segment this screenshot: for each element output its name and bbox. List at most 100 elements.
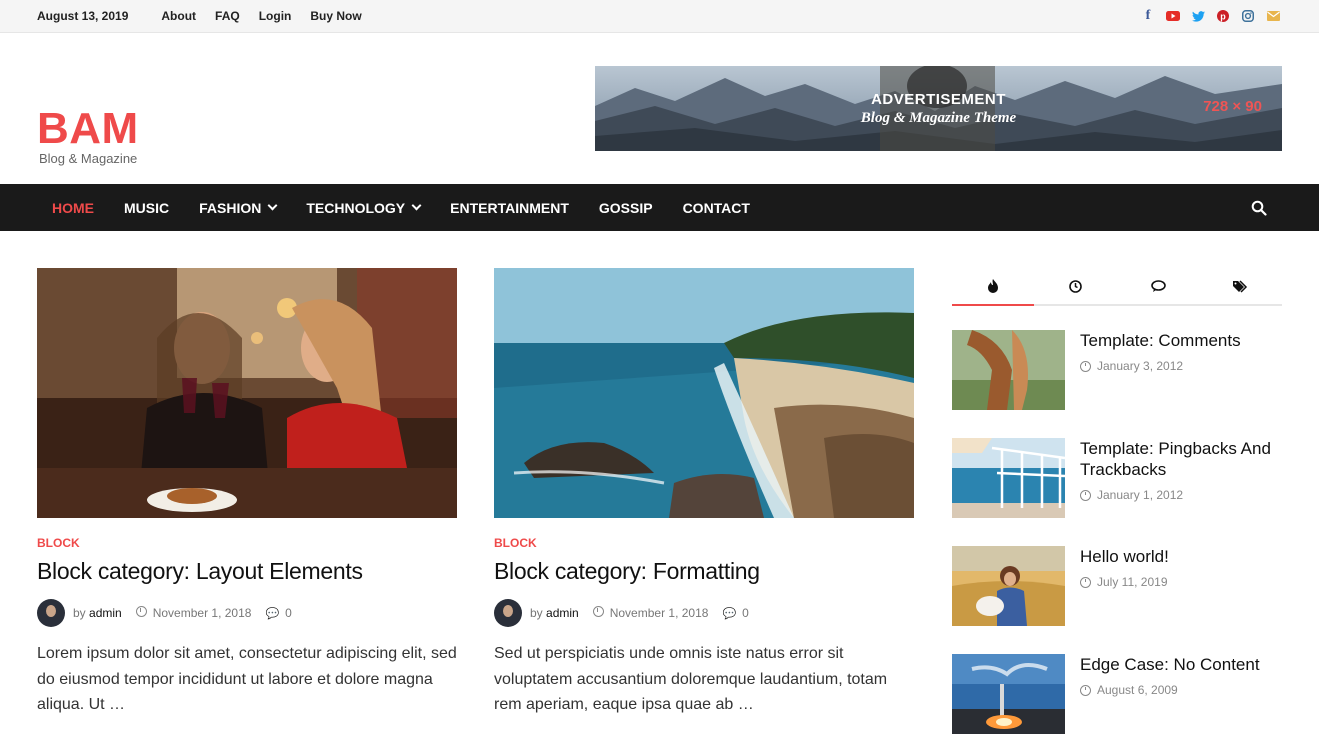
post-meta: by admin November 1, 2018 💬 0 [37,599,457,627]
top-link-buy-now[interactable]: Buy Now [310,9,361,23]
top-link-about[interactable]: About [161,9,196,23]
sidebar-post-date-text[interactable]: January 3, 2012 [1097,359,1183,373]
email-icon[interactable] [1266,9,1280,23]
instagram-icon[interactable] [1241,9,1255,23]
post-title[interactable]: Block category: Formatting [494,558,914,585]
clock-icon [1080,360,1091,372]
comment-count[interactable]: 0 [285,606,292,620]
top-link-faq[interactable]: FAQ [215,9,240,23]
sidebar-post[interactable]: Template: Comments January 3, 2012 [952,330,1282,410]
post-date[interactable]: November 1, 2018 [610,606,709,620]
youtube-icon[interactable] [1166,9,1180,23]
nav-item-home[interactable]: HOME [52,200,94,216]
avatar [37,599,65,627]
post-card: BLOCK Block category: Layout Elements by… [37,268,457,718]
nav-item-music[interactable]: MUSIC [124,200,169,216]
post-card: BLOCK Block category: Formatting by admi… [494,268,914,718]
ad-subline: Blog & Magazine Theme [860,110,1017,126]
sidebar-post-thumbnail[interactable] [952,654,1065,734]
comment-count[interactable]: 0 [742,606,749,620]
top-bar: August 13, 2019 About FAQ Login Buy Now … [0,0,1319,33]
post-excerpt: Sed ut perspiciatis unde omnis iste natu… [494,645,888,713]
nav-label: HOME [52,199,94,216]
mountain-illustration [595,66,1282,151]
post-author: by admin [530,606,579,620]
sidebar-tabs [952,268,1282,306]
tab-popular[interactable] [952,268,1035,304]
nav-label: MUSIC [124,199,170,216]
logo-tagline: Blog & Magazine [39,151,138,166]
sidebar-post-date: January 3, 2012 [1080,359,1241,373]
tags-icon [1232,279,1247,293]
restaurant-photo [37,268,457,518]
pinterest-icon[interactable]: p [1216,9,1230,23]
sidebar-post-date: January 1, 2012 [1080,488,1282,502]
post-thumbnail[interactable] [494,268,914,518]
sidebar-post-date-text[interactable]: August 6, 2009 [1097,683,1178,697]
main-navigation: HOME MUSIC FASHION TECHNOLOGY ENTERTAINM… [0,184,1319,231]
nav-item-fashion[interactable]: FASHION [199,200,278,216]
facebook-icon[interactable]: f [1141,8,1155,23]
tab-tags[interactable] [1200,268,1283,304]
nav-item-gossip[interactable]: GOSSIP [599,200,653,216]
clock-icon [592,606,604,620]
clock-icon [135,606,147,620]
social-links: f p [1141,8,1280,23]
author-link[interactable]: admin [89,606,122,620]
sidebar-post-title[interactable]: Template: Comments [1080,330,1241,351]
sidebar-post-title[interactable]: Edge Case: No Content [1080,654,1260,675]
sidebar-post-date-text[interactable]: July 11, 2019 [1097,575,1168,589]
chevron-down-icon [411,200,422,211]
logo-name: BAM [37,104,139,153]
nav-label: CONTACT [682,199,750,216]
clock-icon [1069,279,1083,293]
top-link-login[interactable]: Login [259,9,292,23]
sidebar-post-title[interactable]: Hello world! [1080,546,1169,567]
comments-icon: 💬 [722,607,737,620]
girl-with-dog-photo [952,546,1065,626]
nav-item-technology[interactable]: TECHNOLOGY [306,199,422,216]
site-header: BAM Blog & Magazine ADVERTISEMENT Blog &… [0,33,1319,184]
sidebar-post[interactable]: Edge Case: No Content August 6, 2009 [952,654,1282,734]
clock-icon [1080,576,1091,588]
flame-icon [988,279,999,293]
comments-icon: 💬 [265,607,280,620]
advertisement-banner[interactable]: ADVERTISEMENT Blog & Magazine Theme 728 … [595,66,1282,151]
nav-label: TECHNOLOGY [306,199,406,216]
top-links: About FAQ Login Buy Now [161,9,361,23]
sidebar-post-thumbnail[interactable] [952,546,1065,626]
post-author: by admin [73,606,122,620]
ad-headline: ADVERTISEMENT [871,91,1006,108]
sidebar-post-info: Hello world! July 11, 2019 [1080,546,1169,626]
ad-size: 728 × 90 [1203,98,1262,115]
author-link[interactable]: admin [546,606,579,620]
sidebar-post-thumbnail[interactable] [952,330,1065,410]
avatar [494,599,522,627]
horse-photo [952,330,1065,410]
sidebar-post-date-text[interactable]: January 1, 2012 [1097,488,1183,502]
sidebar-post-title[interactable]: Template: Pingbacks And Trackbacks [1080,438,1282,480]
sidebar-post-thumbnail[interactable] [952,438,1065,518]
nav-item-entertainment[interactable]: ENTERTAINMENT [450,200,569,216]
tab-comments[interactable] [1117,268,1200,304]
clock-icon [1080,489,1091,501]
ship-deck-photo [952,438,1065,518]
sidebar-post-info: Template: Pingbacks And Trackbacks Janua… [1080,438,1282,518]
clock-icon [1080,684,1091,696]
site-logo[interactable]: BAM Blog & Magazine [37,104,139,167]
post-thumbnail[interactable] [37,268,457,518]
sidebar-post[interactable]: Hello world! July 11, 2019 [952,546,1282,626]
post-category[interactable]: BLOCK [494,536,914,550]
tab-recent[interactable] [1035,268,1118,304]
post-title[interactable]: Block category: Layout Elements [37,558,457,585]
sidebar-post-date: August 6, 2009 [1080,683,1260,697]
search-icon[interactable] [1251,200,1267,216]
current-date: August 13, 2019 [37,9,129,23]
sidebar-post-info: Edge Case: No Content August 6, 2009 [1080,654,1260,734]
twitter-icon[interactable] [1191,9,1205,23]
nav-item-contact[interactable]: CONTACT [683,200,750,216]
sidebar-tabs-widget: Template: Comments January 3, 2012 Templ… [952,268,1282,734]
sidebar-post[interactable]: Template: Pingbacks And Trackbacks Janua… [952,438,1282,518]
post-date[interactable]: November 1, 2018 [153,606,252,620]
post-category[interactable]: BLOCK [37,536,457,550]
